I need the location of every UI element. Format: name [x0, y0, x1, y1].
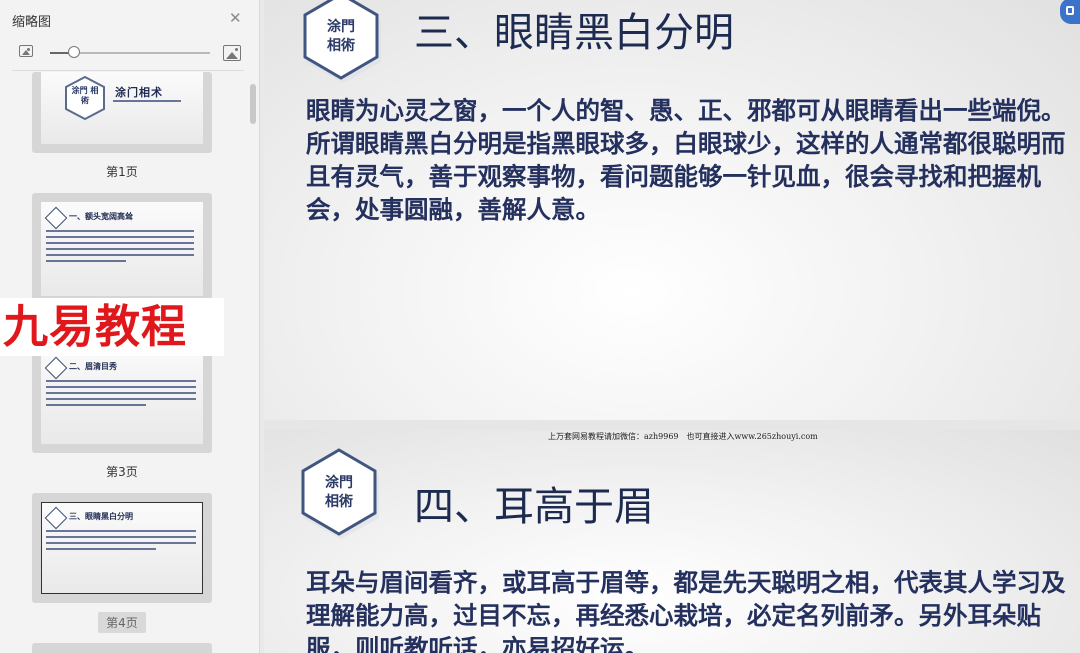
- edit-icon[interactable]: [1060, 0, 1080, 24]
- thumbnail-panel: 缩略图 ✕ 涂門 相術 涂门相术 第1页 一、额头宽阔高耸 二、眉清目秀 第3页…: [0, 0, 260, 653]
- slide-body: 眼睛为心灵之窗，一个人的智、愚、正、邪都可从眼睛看出一些端倪。所谓眼睛黑白分明是…: [306, 96, 1066, 224]
- thumbnail-page-1[interactable]: 涂門 相術 涂门相术: [32, 72, 212, 153]
- divider: [12, 70, 244, 71]
- sidebar-scrollbar[interactable]: [250, 84, 256, 124]
- thumbnail-slide: 涂門 相術 涂门相术: [41, 72, 203, 144]
- thumbnail-slide: 一、额头宽阔高耸: [41, 202, 203, 296]
- slide-title: 四、耳高于眉: [414, 484, 654, 530]
- slide-4: 上万套网易教程请加微信：azh9969 也可直接进入www.265zhouyi.…: [264, 430, 1080, 653]
- logo-line-1: 涂門: [327, 19, 355, 35]
- thumb-heading: 二、眉清目秀: [69, 362, 117, 371]
- image-small-icon[interactable]: [19, 45, 33, 57]
- thumbnail-size-slider[interactable]: [50, 46, 210, 58]
- page-label: 第1页: [106, 165, 138, 179]
- selection-frame: [41, 502, 203, 594]
- slide-canvas: 涂門 相術 三、眼睛黑白分明 眼睛为心灵之窗，一个人的智、愚、正、邪都可从眼睛看…: [264, 0, 1080, 653]
- close-icon[interactable]: ✕: [229, 9, 242, 27]
- logo-line-1: 涂門: [325, 475, 353, 491]
- thumbnail-page-3[interactable]: 二、眉清目秀: [32, 340, 212, 453]
- footer-note: 上万套网易教程请加微信：azh9969 也可直接进入www.265zhouyi.…: [548, 432, 818, 441]
- logo-line-2: 相術: [325, 494, 353, 510]
- slide-title: 三、眼睛黑白分明: [414, 10, 734, 56]
- panel-title: 缩略图: [12, 15, 52, 30]
- page-label-active: 第4页: [32, 612, 212, 633]
- thumb-heading: 涂门相术: [115, 86, 163, 99]
- thumbnail-page-2[interactable]: 一、额头宽阔高耸: [32, 193, 212, 305]
- hexagon-logo: 涂門 相術: [297, 0, 385, 86]
- thumb-heading: 一、额头宽阔高耸: [69, 212, 133, 221]
- slide-3: 涂門 相術 三、眼睛黑白分明 眼睛为心灵之窗，一个人的智、愚、正、邪都可从眼睛看…: [264, 0, 1080, 420]
- slider-knob[interactable]: [68, 46, 80, 58]
- hexagon-logo: 涂門 相術: [295, 444, 383, 542]
- image-large-icon[interactable]: [223, 45, 241, 61]
- thumbnail-page-4[interactable]: 三、眼睛黑白分明: [32, 493, 212, 603]
- thumbnail-page-5[interactable]: [32, 643, 212, 653]
- thumb-logo-text: 涂門 相術: [71, 86, 99, 105]
- slide-body: 耳朵与眉间看齐，或耳高于眉等，都是先天聪明之相，代表其人学习及理解能力高，过目不…: [306, 568, 1066, 653]
- watermark-banner: 九易教程: [0, 298, 224, 356]
- page-label: 第3页: [106, 465, 138, 479]
- logo-line-2: 相術: [327, 38, 355, 54]
